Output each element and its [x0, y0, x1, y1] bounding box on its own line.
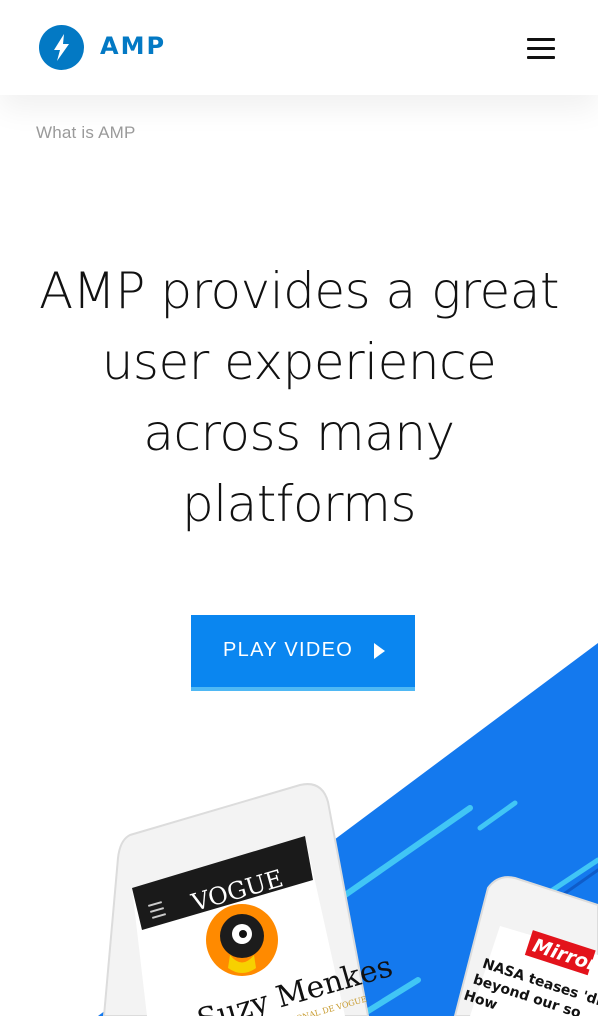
play-video-label: PLAY VIDEO — [223, 639, 354, 661]
play-video-button[interactable]: PLAY VIDEO — [191, 615, 415, 691]
amp-logo-icon[interactable] — [39, 25, 84, 70]
breadcrumb[interactable]: What is AMP — [36, 123, 136, 143]
hamburger-menu-icon[interactable] — [524, 36, 558, 62]
play-icon — [374, 643, 385, 659]
logo-wordmark[interactable]: AMP — [100, 32, 166, 60]
site-header: AMP — [0, 0, 598, 95]
platform-illustration: VOGUE Suzy Menkes INTERNATIONAL DE VOGUE… — [98, 643, 598, 1016]
